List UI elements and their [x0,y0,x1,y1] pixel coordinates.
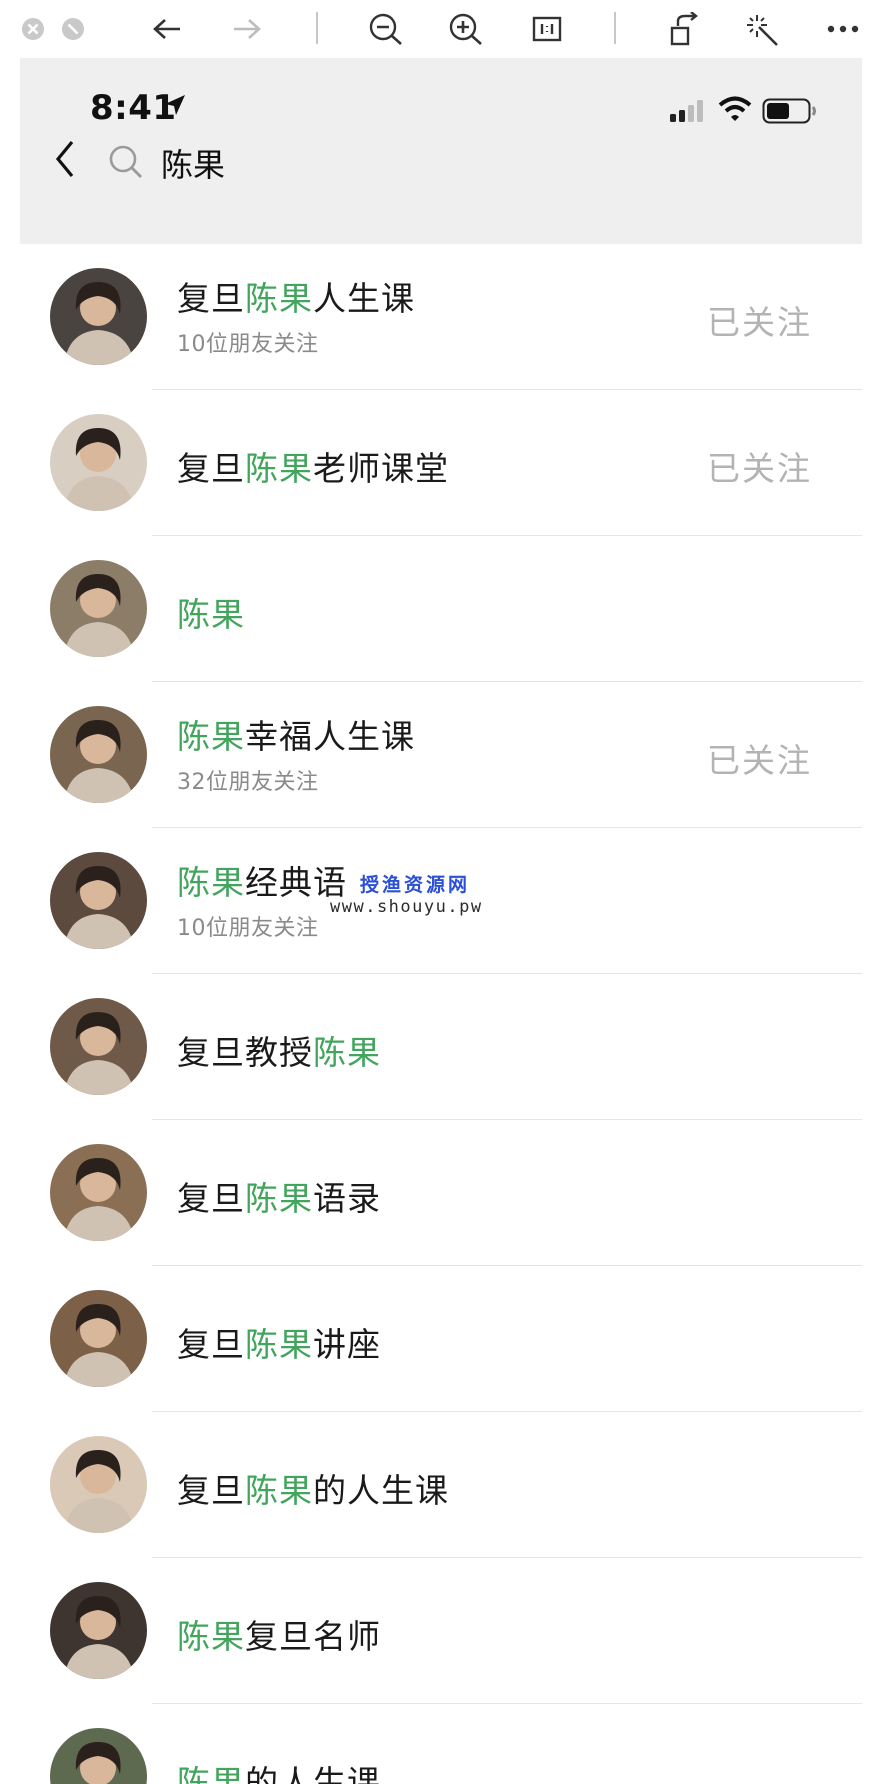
result-title: 复旦陈果的人生课 [177,1464,449,1512]
viewer-toolbar [0,0,888,58]
title-text: 老师课堂 [313,449,449,488]
title-highlight: 陈果 [245,1179,313,1218]
avatar [50,560,147,657]
follow-status[interactable]: 已关注 [707,442,812,490]
title-highlight: 陈果 [177,863,245,902]
avatar [50,268,147,365]
avatar [50,1436,147,1533]
list-item[interactable]: 陈果的人生课 [20,1704,862,1784]
title-text: 复旦 [177,279,245,318]
avatar [50,1728,147,1784]
list-item[interactable]: 复旦陈果老师课堂 已关注 [20,390,862,536]
minimize-icon[interactable] [60,12,86,46]
avatar [50,852,147,949]
result-title: 陈果幸福人生课 [177,710,415,758]
location-arrow-icon [165,95,185,115]
signal-icon [670,100,703,122]
title-highlight: 陈果 [177,595,245,634]
title-highlight: 陈果 [245,1471,313,1510]
back-arrow-icon[interactable] [150,12,184,46]
title-text: 复旦 [177,1325,245,1364]
wifi-icon [718,96,752,121]
more-icon[interactable] [826,12,860,46]
close-icon[interactable] [20,12,46,46]
rotate-icon[interactable] [668,12,702,46]
result-title: 复旦陈果老师课堂 [177,442,449,490]
avatar [50,998,147,1095]
title-highlight: 陈果 [177,1763,245,1784]
toolbar-divider [614,12,616,44]
result-title: 复旦陈果语录 [177,1172,381,1220]
toolbar-divider [316,12,318,44]
actual-size-icon[interactable] [530,12,564,46]
phone-screen: 8:41 陈果 复旦陈果人生课 10位朋友关注 已关注 复旦陈果老师课堂 已关注 陈果陈 [20,58,862,1784]
forward-arrow-icon[interactable] [230,12,264,46]
title-highlight: 陈果 [245,1325,313,1364]
title-highlight: 陈果 [245,279,313,318]
avatar [50,706,147,803]
list-item[interactable]: 陈果幸福人生课 32位朋友关注 已关注 [20,682,862,828]
zoom-out-icon[interactable] [366,12,406,46]
list-item[interactable]: 复旦陈果的人生课 [20,1412,862,1558]
chevron-left-icon [55,140,74,178]
search-icon [109,145,142,178]
zoom-in-icon[interactable] [446,12,486,46]
title-highlight: 陈果 [177,1617,245,1656]
avatar [50,1290,147,1387]
avatar [50,414,147,511]
result-title: 复旦陈果人生课 [177,272,415,320]
watermark: 授渔资源网 www.shouyu.pw [330,870,483,917]
result-title: 复旦陈果讲座 [177,1318,381,1366]
battery-icon [762,98,816,124]
follow-status[interactable]: 已关注 [707,296,812,344]
title-highlight: 陈果 [177,717,245,756]
avatar [50,1582,147,1679]
magic-wand-icon[interactable] [746,12,780,46]
title-text: 的人生课 [313,1471,449,1510]
result-title: 陈果的人生课 [177,1756,381,1784]
result-title: 陈果 [177,588,245,636]
watermark-url: www.shouyu.pw [330,897,483,917]
title-text: 复旦 [177,1179,245,1218]
title-text: 幸福人生课 [245,717,415,756]
list-item[interactable]: 复旦陈果语录 [20,1120,862,1266]
list-item[interactable]: 复旦教授陈果 [20,974,862,1120]
list-item[interactable]: 复旦陈果讲座 [20,1266,862,1412]
result-subtitle: 10位朋友关注 [177,332,319,357]
title-text: 复旦 [177,449,245,488]
title-text: 复旦名师 [245,1617,381,1656]
result-subtitle: 10位朋友关注 [177,916,319,941]
title-text: 人生课 [313,279,415,318]
back-button[interactable] [50,136,80,182]
title-highlight: 陈果 [245,449,313,488]
status-bar: 8:41 [20,58,862,158]
result-title: 陈果复旦名师 [177,1610,381,1658]
avatar [50,1144,147,1241]
search-results-list: 复旦陈果人生课 10位朋友关注 已关注 复旦陈果老师课堂 已关注 陈果 陈果幸福人生课 32位… [20,244,862,1784]
result-title: 陈果经典语 [177,856,347,904]
list-item[interactable]: 复旦陈果人生课 10位朋友关注 已关注 [20,244,862,390]
search-input[interactable]: 陈果 [161,140,225,186]
title-text: 讲座 [313,1325,381,1364]
list-item[interactable]: 陈果 [20,536,862,682]
title-text: 复旦 [177,1471,245,1510]
result-title: 复旦教授陈果 [177,1026,381,1074]
title-text: 语录 [313,1179,381,1218]
title-highlight: 陈果 [313,1033,381,1072]
title-text: 复旦教授 [177,1033,313,1072]
result-subtitle: 32位朋友关注 [177,770,319,795]
list-item[interactable]: 陈果复旦名师 [20,1558,862,1704]
watermark-title: 授渔资源网 [360,874,471,896]
title-text: 的人生课 [245,1763,381,1784]
follow-status[interactable]: 已关注 [707,734,812,782]
